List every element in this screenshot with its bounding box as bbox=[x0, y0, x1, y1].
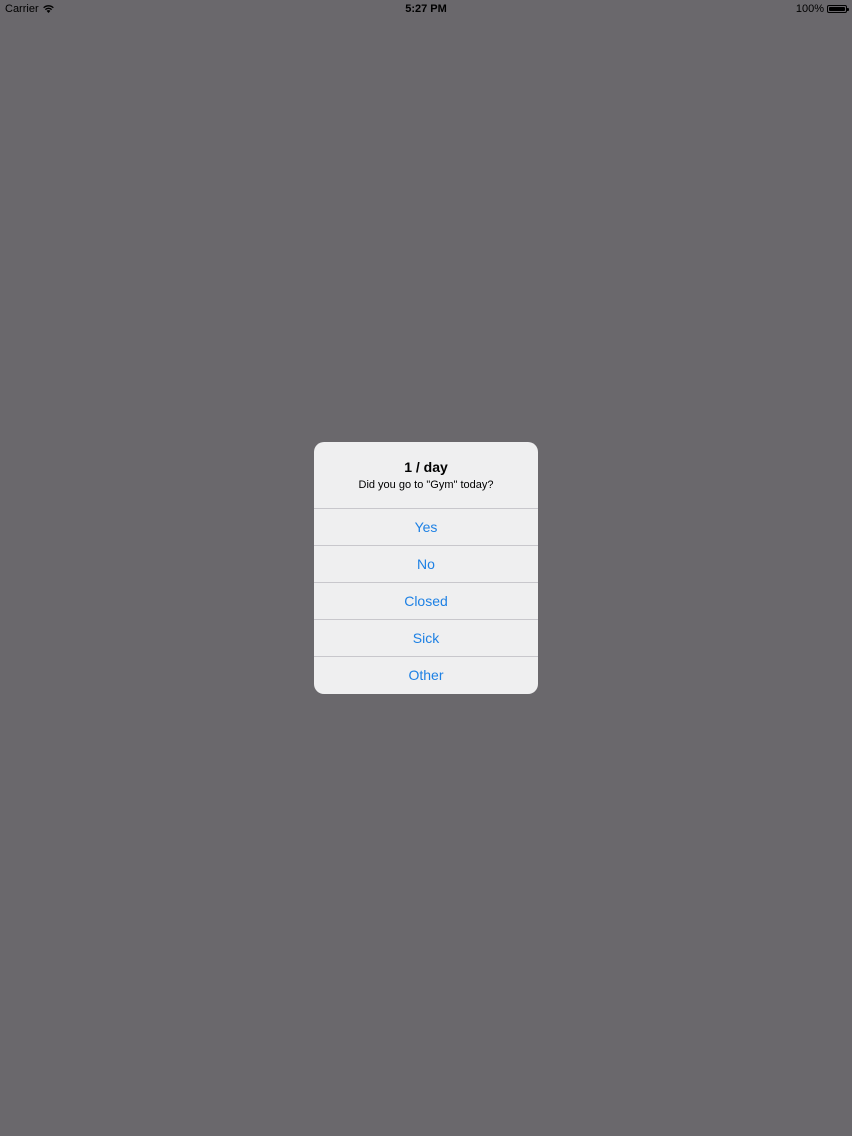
alert-message: Did you go to "Gym" today? bbox=[358, 479, 494, 491]
other-button[interactable]: Other bbox=[314, 657, 538, 694]
screen: Carrier 5:27 PM 100% 1 / day Did you go … bbox=[0, 0, 852, 1136]
status-right: 100% bbox=[795, 3, 849, 15]
status-bar: Carrier 5:27 PM 100% bbox=[0, 0, 852, 18]
battery-percentage: 100% bbox=[795, 3, 824, 15]
yes-button[interactable]: Yes bbox=[314, 509, 538, 546]
alert-title: 1 / day bbox=[404, 459, 448, 475]
alert-dialog: 1 / day Did you go to "Gym" today? Yes N… bbox=[314, 442, 538, 694]
closed-button[interactable]: Closed bbox=[314, 583, 538, 620]
alert-header: 1 / day Did you go to "Gym" today? bbox=[314, 442, 538, 509]
no-button[interactable]: No bbox=[314, 546, 538, 583]
sick-button[interactable]: Sick bbox=[314, 620, 538, 657]
battery-icon bbox=[827, 5, 849, 13]
status-time: 5:27 PM bbox=[405, 3, 447, 15]
